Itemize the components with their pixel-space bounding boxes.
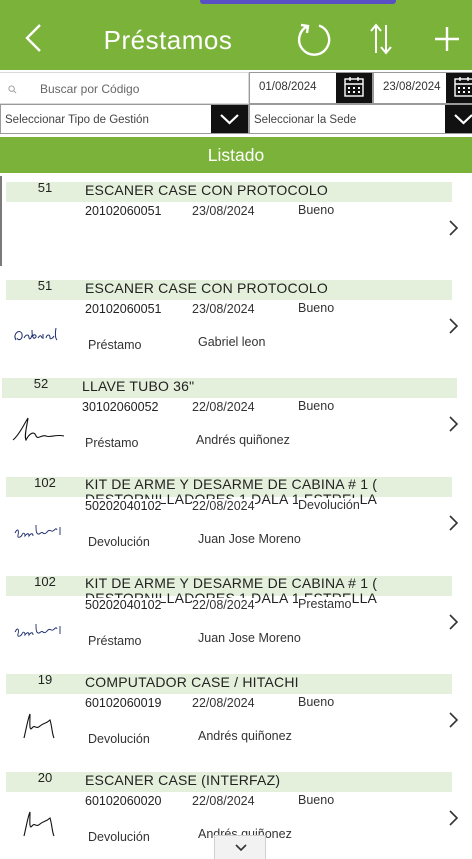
item-persona: Gabriel leon: [198, 335, 266, 349]
signature-image: [14, 524, 61, 538]
item-persona: Andrés quiñonez: [198, 729, 292, 743]
item-tipo: Préstamo: [88, 634, 142, 648]
chevron-right-icon[interactable]: [446, 218, 460, 238]
date-to-value: 23/08/2024: [383, 81, 441, 93]
item-status: Bueno: [298, 695, 335, 709]
filter-row-2: Seleccionar Tipo de Gestión Seleccionar …: [0, 104, 472, 134]
item-date: 22/08/2024: [192, 499, 255, 513]
search-input[interactable]: [40, 79, 240, 99]
plus-icon[interactable]: [432, 24, 462, 54]
list-item[interactable]: 19 COMPUTADOR CASE / HITACHI 60102060019…: [0, 668, 472, 766]
tipo-gestion-dropdown[interactable]: Seleccionar Tipo de Gestión: [0, 104, 249, 134]
item-name: ESCANER CASE (INTERFAZ): [85, 772, 281, 788]
chevron-right-icon[interactable]: [446, 316, 460, 336]
page-title: Préstamos: [103, 25, 233, 55]
date-from-value: 01/08/2024: [259, 81, 317, 93]
item-tipo: Devolución: [88, 535, 150, 549]
chevron-right-icon[interactable]: [446, 808, 460, 828]
calendar-button[interactable]: [446, 73, 472, 103]
item-status: Bueno: [298, 399, 335, 413]
item-name: LLAVE TUBO 36": [82, 378, 195, 394]
item-serial: 50202040102: [85, 499, 162, 513]
item-code: 51: [37, 278, 53, 293]
signature-image: [12, 417, 65, 442]
item-status: Devolución: [298, 498, 360, 512]
item-name: ESCANER CASE CON PROTOCOLO: [85, 182, 328, 198]
item-persona: Juan Jose Moreno: [198, 631, 301, 645]
loan-list[interactable]: 51 ESCANER CASE CON PROTOCOLO 2010206005…: [0, 176, 472, 859]
item-date: 23/08/2024: [192, 302, 255, 316]
calendar-icon: [454, 77, 472, 97]
date-from-picker[interactable]: 01/08/2024: [249, 72, 373, 104]
item-serial: 20102060051: [85, 204, 162, 218]
item-status: Bueno: [298, 301, 335, 315]
item-code: 51: [37, 180, 53, 195]
signature-image: [14, 623, 61, 637]
item-code: 20: [37, 770, 53, 785]
dropdown-button[interactable]: [211, 105, 248, 133]
item-code: 19: [37, 672, 53, 687]
list-item[interactable]: 51 ESCANER CASE CON PROTOCOLO 2010206005…: [0, 176, 472, 274]
list-item[interactable]: 52 LLAVE TUBO 36" 30102060052 22/08/2024…: [0, 372, 472, 470]
chevron-right-icon[interactable]: [446, 513, 460, 533]
item-code: 102: [34, 475, 56, 490]
item-tipo: Préstamo: [85, 436, 139, 450]
item-persona: Andrés quiñonez: [196, 433, 290, 447]
selection-indicator: [0, 176, 2, 266]
item-status: Bueno: [298, 203, 335, 217]
filter-row-1: 01/08/2024 23/08/2024: [0, 70, 472, 104]
app-header: Préstamos: [0, 4, 472, 70]
sort-icon[interactable]: [366, 21, 396, 57]
item-name: COMPUTADOR CASE / HITACHI: [85, 674, 299, 690]
sede-dropdown[interactable]: Seleccionar la Sede: [249, 104, 472, 134]
search-icon: [8, 85, 17, 94]
list-item[interactable]: 102 KIT DE ARME Y DESARME DE CABINA # 1 …: [0, 471, 472, 569]
dropdown-button[interactable]: [445, 105, 472, 133]
item-date: 22/08/2024: [192, 400, 255, 414]
item-serial: 60102060019: [85, 696, 162, 710]
list-item[interactable]: 102 KIT DE ARME Y DESARME DE CABINA # 1 …: [0, 570, 472, 668]
signature-image: [14, 327, 58, 341]
item-date: 22/08/2024: [192, 696, 255, 710]
item-date: 23/08/2024: [192, 204, 255, 218]
item-tipo: Devolución: [88, 830, 150, 844]
list-header: Listado: [0, 137, 472, 173]
calendar-icon: [344, 77, 364, 97]
item-tipo: Préstamo: [88, 338, 142, 352]
item-status: Bueno: [298, 793, 335, 807]
scroll-down-button[interactable]: [214, 835, 266, 859]
item-serial: 20102060051: [85, 302, 162, 316]
chevron-right-icon[interactable]: [446, 612, 460, 632]
signature-image: [23, 811, 55, 837]
chevron-down-icon: [220, 114, 239, 125]
tipo-gestion-placeholder: Seleccionar Tipo de Gestión: [5, 114, 149, 126]
item-code: 52: [33, 376, 49, 391]
item-date: 22/08/2024: [192, 794, 255, 808]
list-item[interactable]: 51 ESCANER CASE CON PROTOCOLO 2010206005…: [0, 274, 472, 372]
item-serial: 60102060020: [85, 794, 162, 808]
chevron-right-icon[interactable]: [446, 414, 460, 434]
signature-image: [23, 713, 55, 739]
item-persona: Juan Jose Moreno: [198, 532, 301, 546]
item-serial: 30102060052: [82, 400, 159, 414]
item-name: ESCANER CASE CON PROTOCOLO: [85, 280, 328, 296]
item-tipo: Devolución: [88, 732, 150, 746]
item-status: Prestamo: [298, 597, 352, 611]
item-date: 22/08/2024: [192, 598, 255, 612]
chevron-down-icon: [454, 114, 472, 125]
item-code: 102: [34, 574, 56, 589]
calendar-button[interactable]: [336, 73, 372, 103]
chevron-right-icon[interactable]: [446, 710, 460, 730]
item-serial: 50202040102: [85, 598, 162, 612]
date-to-picker[interactable]: 23/08/2024: [373, 72, 472, 104]
refresh-icon[interactable]: [296, 21, 332, 57]
sede-placeholder: Seleccionar la Sede: [254, 114, 357, 126]
search-box: [0, 72, 249, 104]
chevron-down-icon: [235, 844, 247, 852]
